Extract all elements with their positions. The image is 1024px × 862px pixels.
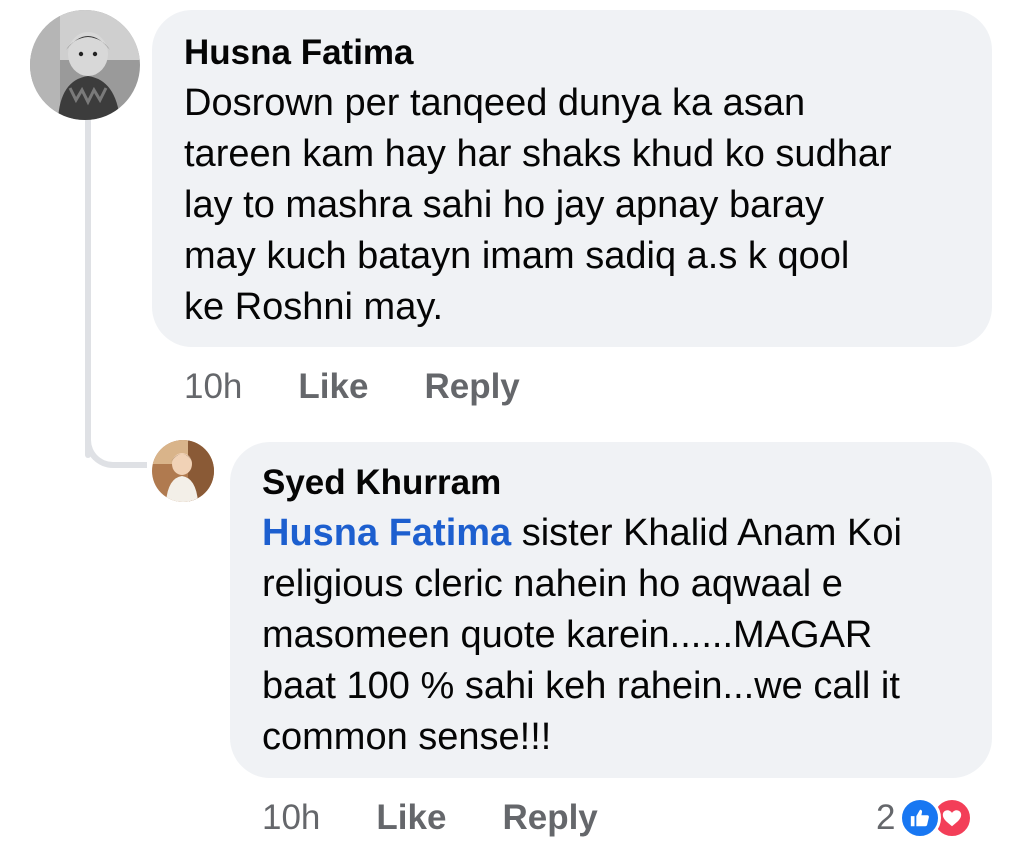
comment-text: Dosrown per tanqeed dunya ka asan tareen… xyxy=(184,82,892,328)
mention-link[interactable]: Husna Fatima xyxy=(262,512,511,554)
reply-actions: 10h Like Reply xyxy=(262,795,654,841)
comment-timestamp[interactable]: 10h xyxy=(184,367,242,407)
reaction-count: 2 xyxy=(876,798,896,837)
comment-author[interactable]: Husna Fatima xyxy=(184,32,960,74)
reactions-summary[interactable]: 2 xyxy=(876,793,974,843)
avatar[interactable] xyxy=(30,10,140,120)
thread-connector-line xyxy=(85,118,91,458)
reply-bubble: Syed Khurram Husna Fatima sister Khalid … xyxy=(230,442,992,778)
reply-text-first-line: sister Khalid Anam Koi xyxy=(511,512,902,554)
reply-like-button[interactable]: Like xyxy=(376,798,446,838)
reply-text-body: religious cleric nahein ho aqwaal e maso… xyxy=(262,563,900,758)
comment-actions: 10h Like Reply xyxy=(184,364,576,410)
reply-avatar[interactable] xyxy=(152,440,214,502)
comment-bubble: Husna Fatima Dosrown per tanqeed dunya k… xyxy=(152,10,992,347)
like-icon xyxy=(899,797,942,839)
reply-text: Husna Fatima sister Khalid Anam Koi reli… xyxy=(262,508,960,763)
like-button[interactable]: Like xyxy=(298,367,368,407)
reply-timestamp[interactable]: 10h xyxy=(262,798,320,838)
reply-reply-button[interactable]: Reply xyxy=(502,798,597,838)
comment-thread: Husna Fatima Dosrown per tanqeed dunya k… xyxy=(0,0,1024,862)
reply-author[interactable]: Syed Khurram xyxy=(262,462,960,504)
thread-connector-curve xyxy=(85,412,147,468)
reply-button[interactable]: Reply xyxy=(424,367,519,407)
